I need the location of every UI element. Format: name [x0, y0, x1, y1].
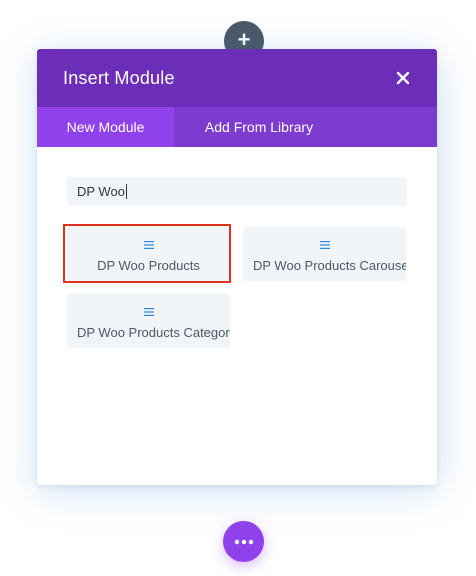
close-button[interactable] [391, 66, 415, 90]
tab-label: Add From Library [204, 119, 314, 135]
tab-add-from-library[interactable]: Add From Library [174, 107, 344, 147]
text-caret [125, 184, 127, 199]
search-value: DP Woo [77, 184, 125, 199]
plus-icon: + [237, 27, 251, 52]
tab-new-module[interactable]: New Module [37, 107, 174, 147]
module-label: DP Woo Products Carousel [253, 258, 406, 273]
module-label: DP Woo Products [97, 258, 200, 273]
modal-tabs: New Module Add From Library [37, 107, 437, 147]
tab-label: New Module [66, 119, 145, 135]
insert-module-modal: Insert Module New Module Add From Librar… [37, 49, 437, 485]
module-label: DP Woo Products Category [77, 325, 230, 340]
modal-header: Insert Module [37, 49, 437, 107]
close-icon [396, 71, 410, 85]
module-dp-woo-products[interactable]: DP Woo Products [67, 227, 230, 281]
module-dp-woo-products-category[interactable]: DP Woo Products Category [67, 294, 230, 348]
modal-title: Insert Module [63, 67, 175, 88]
module-dp-woo-products-carousel[interactable]: DP Woo Products Carousel [243, 227, 406, 281]
menu-lines-icon [319, 240, 330, 250]
more-dots-icon [234, 539, 253, 544]
modal-body: DP Woo DP Woo Products DP Woo Products C… [37, 147, 437, 485]
search-input[interactable]: DP Woo [67, 177, 407, 206]
menu-lines-icon [143, 240, 154, 250]
more-options-button[interactable] [223, 521, 264, 562]
menu-lines-icon [143, 307, 154, 317]
